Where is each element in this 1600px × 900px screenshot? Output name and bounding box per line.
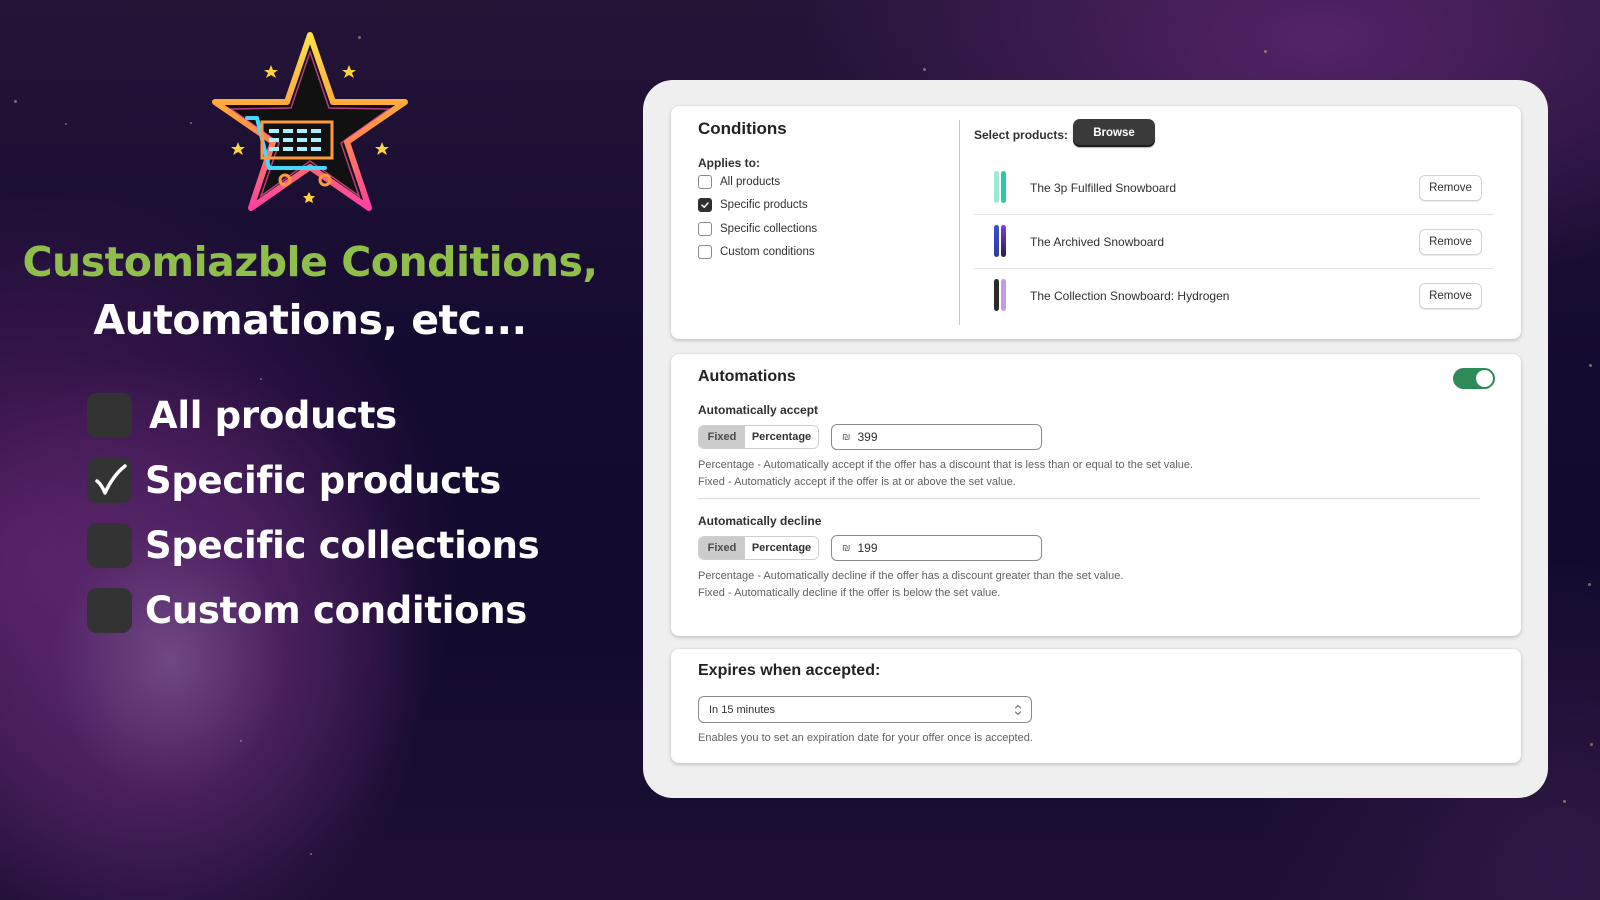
expiry-card: Expires when accepted: In 15 minutes Ena…	[671, 649, 1521, 763]
background-star	[923, 68, 926, 71]
decline-mode-segmented: Fixed Percentage	[698, 536, 819, 560]
snowboard-thumbnail	[988, 224, 1012, 259]
expiry-select[interactable]: In 15 minutes	[698, 696, 1032, 723]
background-star	[310, 853, 312, 855]
option-label: All products	[720, 176, 781, 188]
expiry-selected-value: In 15 minutes	[709, 703, 776, 716]
promo-checkbox-unchecked	[87, 587, 132, 633]
currency-icon: ₪	[842, 431, 851, 443]
auto-accept-label: Automatically accept	[698, 403, 819, 417]
accept-help-fixed: Fixed - Automaticly accept if the offer …	[698, 476, 1016, 488]
accept-help-percentage: Percentage - Automatically accept if the…	[698, 459, 1194, 471]
decline-value-input[interactable]: ₪ 199	[831, 535, 1042, 561]
checkbox-all-products[interactable]	[698, 175, 712, 189]
accept-mode-fixed[interactable]: Fixed	[699, 426, 745, 448]
conditions-card: Conditions Applies to: All products Spec…	[671, 106, 1521, 339]
snowboard-thumbnail	[988, 279, 1012, 313]
option-label: Custom conditions	[720, 246, 815, 258]
expiry-help: Enables you to set an expiration date fo…	[698, 732, 1033, 744]
option-label: Specific products	[720, 199, 808, 211]
decline-help-fixed: Fixed - Automatically decline if the off…	[698, 587, 1001, 599]
checkbox-specific-products[interactable]	[698, 198, 712, 212]
product-name: The 3p Fulfilled Snowboard	[1030, 180, 1177, 195]
promo-item-label: All products	[149, 393, 397, 437]
decline-mode-fixed[interactable]: Fixed	[699, 537, 745, 559]
promo-item-label: Custom conditions	[145, 588, 527, 632]
promo-headline-line2: Automations, etc...	[93, 296, 527, 344]
background-star	[1588, 583, 1591, 586]
decline-help-percentage: Percentage - Automatically decline if th…	[698, 570, 1124, 582]
automations-card: Automations Automatically accept Fixed P…	[671, 354, 1521, 636]
promo-item-label: Specific products	[145, 458, 501, 502]
decline-value: 199	[857, 541, 878, 555]
star-cart-logo	[205, 30, 415, 215]
automations-title: Automations	[698, 368, 796, 385]
product-row: The Collection Snowboard: Hydrogen Remov…	[974, 269, 1494, 323]
promo-item-specific-collections: Specific collections	[87, 522, 540, 568]
remove-button[interactable]: Remove	[1419, 174, 1482, 201]
promo-checkbox-unchecked	[87, 392, 132, 438]
promo-item-specific-products: Specific products	[87, 457, 539, 503]
select-products-label: Select products:	[974, 128, 1069, 142]
product-row: The 3p Fulfilled Snowboard Remove	[974, 161, 1494, 215]
browse-button[interactable]: Browse	[1073, 119, 1155, 147]
remove-button[interactable]: Remove	[1419, 283, 1482, 309]
background-star	[1590, 743, 1593, 746]
promo-item-label: Specific collections	[145, 523, 540, 567]
promo-checkbox-checked	[87, 457, 132, 503]
promo-feature-list: All products Specific products Specific …	[87, 392, 540, 653]
product-name: The Collection Snowboard: Hydrogen	[1030, 289, 1230, 303]
background-star	[14, 100, 17, 103]
section-divider	[698, 498, 1480, 499]
background-star	[65, 123, 67, 125]
accept-value: 399	[857, 430, 878, 444]
automations-toggle[interactable]	[1453, 368, 1495, 389]
option-all-products[interactable]: All products	[698, 175, 780, 189]
accept-mode-segmented: Fixed Percentage	[698, 425, 819, 449]
promo-item-custom-conditions: Custom conditions	[87, 587, 539, 633]
checkbox-specific-collections[interactable]	[698, 222, 712, 236]
remove-button[interactable]: Remove	[1419, 228, 1482, 255]
background-star	[190, 122, 192, 124]
promo-checkbox-unchecked	[87, 522, 132, 568]
background-star	[1589, 364, 1592, 367]
conditions-title: Conditions	[698, 119, 787, 138]
toggle-knob	[1476, 370, 1493, 387]
option-label: Specific collections	[720, 223, 818, 235]
background-star	[1264, 50, 1267, 53]
product-name: The Archived Snowboard	[1030, 234, 1165, 249]
select-arrows-icon	[1014, 704, 1022, 716]
product-row: The Archived Snowboard Remove	[974, 215, 1494, 269]
background-star	[240, 740, 242, 742]
promo-item-all-products: All products	[87, 392, 539, 438]
checkbox-custom-conditions[interactable]	[698, 245, 712, 259]
accept-value-input[interactable]: ₪ 399	[831, 424, 1042, 450]
currency-icon: ₪	[842, 542, 851, 554]
option-specific-products[interactable]: Specific products	[698, 198, 808, 212]
snowboard-thumbnail	[988, 170, 1012, 205]
checkmark-icon	[94, 464, 127, 495]
promo-headline-line1: Customiazble Conditions,	[22, 238, 598, 286]
decline-mode-percentage[interactable]: Percentage	[745, 537, 818, 559]
checkmark-icon	[701, 202, 709, 208]
auto-decline-label: Automatically decline	[698, 514, 822, 528]
app-panel: Conditions Applies to: All products Spec…	[643, 80, 1548, 798]
background-star	[1563, 800, 1566, 803]
background-star	[260, 378, 262, 380]
option-specific-collections[interactable]: Specific collections	[698, 222, 817, 236]
applies-to-label: Applies to:	[698, 156, 760, 170]
expiry-title: Expires when accepted:	[698, 662, 881, 679]
option-custom-conditions[interactable]: Custom conditions	[698, 245, 815, 259]
accept-mode-percentage[interactable]: Percentage	[745, 426, 818, 448]
vertical-divider	[959, 120, 960, 325]
